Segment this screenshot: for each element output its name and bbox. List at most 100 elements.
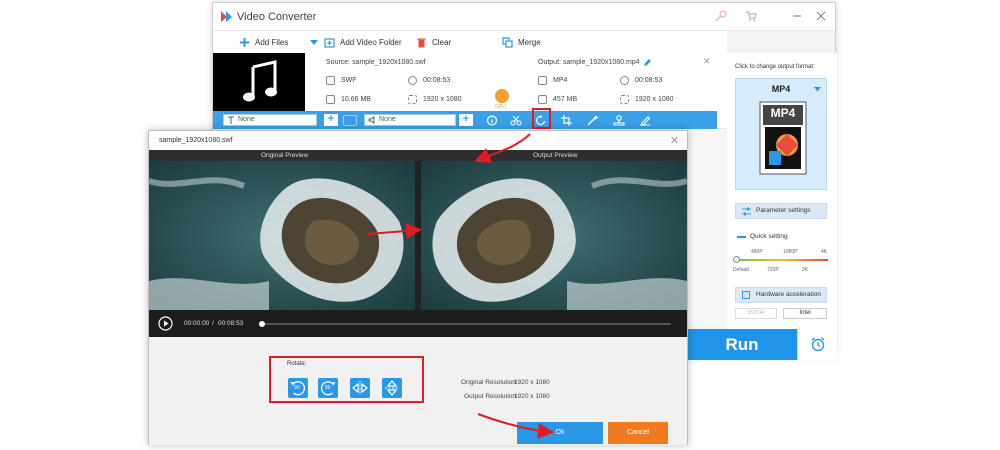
mp4-image-label: MP4 [770, 106, 796, 120]
rotate-controls: Rotate: 90 90 Original Resolution: 1920 … [149, 337, 687, 445]
gpu-label: GPU [495, 104, 506, 110]
subtitle-value: None [238, 116, 255, 123]
seek-bar[interactable] [259, 320, 671, 327]
merge-label: Merge [518, 38, 541, 47]
trash-icon [417, 38, 426, 48]
hardware-acceleration-button[interactable]: Hardware acceleration [735, 287, 827, 303]
edit-toolbar: None + None + [213, 111, 717, 129]
output-format-label: MP4 [771, 84, 791, 94]
rotate-right-degrees: 90 [325, 385, 331, 391]
source-resolution: 1920 x 1080 [423, 96, 462, 103]
hardware-acceleration-label: Hardware acceleration [756, 291, 822, 298]
mp4-format-image: MP4 [759, 101, 807, 175]
rotate-right-button[interactable]: 90 [318, 378, 338, 398]
output-format-selector[interactable]: MP4 MP4 [735, 78, 827, 190]
key-icon[interactable] [715, 10, 729, 24]
playback-controls: 00:00:00 / 00:08:53 [149, 310, 687, 337]
gpu-badge [495, 89, 509, 103]
cancel-button[interactable]: Cancel [608, 422, 668, 444]
intel-option[interactable]: Intel [783, 308, 827, 319]
rotate-label: Rotate: [287, 361, 307, 367]
clear-button[interactable]: Clear [416, 36, 451, 49]
play-icon[interactable] [158, 316, 173, 331]
effects-icon[interactable] [587, 115, 599, 126]
audio-value: None [379, 116, 396, 123]
text-icon [228, 116, 234, 124]
quick-setting-icon [737, 236, 746, 238]
quality-bottom-label: 2K [802, 267, 809, 273]
run-button[interactable]: Run [687, 329, 797, 360]
seek-handle[interactable] [259, 320, 265, 327]
output-resolution-label: Output Resolution: [464, 393, 518, 400]
merge-button[interactable]: Merge [502, 36, 541, 49]
plus-icon [240, 38, 249, 47]
original-resolution-value: 1920 x 1080 [514, 379, 550, 386]
add-subtitle-button[interactable]: + [324, 114, 338, 126]
quality-slider[interactable] [733, 256, 828, 263]
ok-button[interactable]: Ok [517, 422, 603, 444]
dialog-title: sample_1920x1080.swf [159, 137, 233, 144]
file-item[interactable]: Source: sample_1920x1080.swf SWF 00:08:5… [213, 53, 727, 129]
flip-vertical-button[interactable] [382, 378, 402, 398]
toolbar: Add Files Add Video Folder Clear Merge [213, 31, 727, 53]
clock-icon [620, 76, 629, 85]
music-note-icon [243, 60, 277, 102]
size-icon [326, 95, 335, 104]
output-preview-image [421, 161, 687, 310]
remove-item-icon[interactable]: ✕ [703, 56, 711, 67]
original-resolution-label: Original Resolution: [461, 379, 518, 386]
add-files-dropdown-icon[interactable] [310, 40, 318, 46]
subtitle-dropdown[interactable]: None [223, 114, 317, 126]
add-files-button[interactable]: Add Files [239, 36, 288, 49]
close-icon[interactable]: ✕ [670, 134, 679, 147]
app-logo-icon [220, 10, 233, 23]
quality-top-label: 4K [821, 249, 828, 255]
nvidia-option[interactable]: NVIDIA [735, 308, 777, 319]
sliders-icon [742, 207, 751, 216]
add-audio-button[interactable]: + [459, 114, 473, 126]
quality-slider-handle[interactable] [733, 256, 740, 263]
chip-icon [742, 291, 750, 299]
output-preview-label: Output Preview [533, 152, 578, 159]
audio-dropdown[interactable]: None [364, 114, 456, 126]
link-icon[interactable] [343, 115, 357, 126]
parameter-settings-button[interactable]: Parameter settings [735, 203, 827, 219]
alarm-button[interactable] [797, 329, 837, 360]
crop-icon[interactable] [561, 115, 573, 126]
rotate-left-degrees: 90 [294, 385, 300, 391]
app-title: Video Converter [237, 11, 317, 23]
alarm-icon [811, 337, 825, 352]
quality-bottom-label: Default [733, 267, 749, 273]
folder-icon [324, 38, 335, 48]
merge-icon [502, 37, 513, 48]
flip-horizontal-icon [352, 381, 368, 395]
rotate-options-highlight: Rotate: 90 90 [269, 356, 424, 403]
minimize-icon[interactable] [791, 10, 805, 24]
cart-icon[interactable] [745, 10, 759, 24]
output-resolution: 1920 x 1080 [635, 96, 674, 103]
parameter-settings-label: Parameter settings [756, 207, 811, 214]
video-thumbnail [213, 53, 305, 111]
source-format: SWF [341, 77, 357, 84]
source-filename: Source: sample_1920x1080.swf [326, 59, 426, 66]
resolution-icon [620, 95, 629, 104]
format-hint: Click to change output format: [735, 64, 815, 70]
watermark-icon[interactable] [613, 115, 625, 126]
edit-icon[interactable] [643, 58, 652, 67]
size-icon [538, 95, 547, 104]
add-video-folder-button[interactable]: Add Video Folder [324, 36, 402, 49]
flip-vertical-icon [385, 380, 399, 396]
clear-label: Clear [432, 38, 452, 47]
cut-icon[interactable] [510, 115, 522, 126]
info-icon[interactable] [486, 115, 498, 126]
title-bar: Video Converter [213, 3, 835, 31]
flip-horizontal-button[interactable] [350, 378, 370, 398]
rotate-left-button[interactable]: 90 [288, 378, 308, 398]
close-icon[interactable] [815, 10, 829, 24]
subtitle-edit-icon[interactable] [639, 115, 651, 126]
quality-top-label: 1080P [783, 249, 798, 255]
format-icon [326, 76, 335, 85]
output-duration: 00:08:53 [635, 77, 663, 84]
original-preview-label: Original Preview [261, 152, 309, 159]
add-video-folder-label: Add Video Folder [340, 38, 402, 47]
